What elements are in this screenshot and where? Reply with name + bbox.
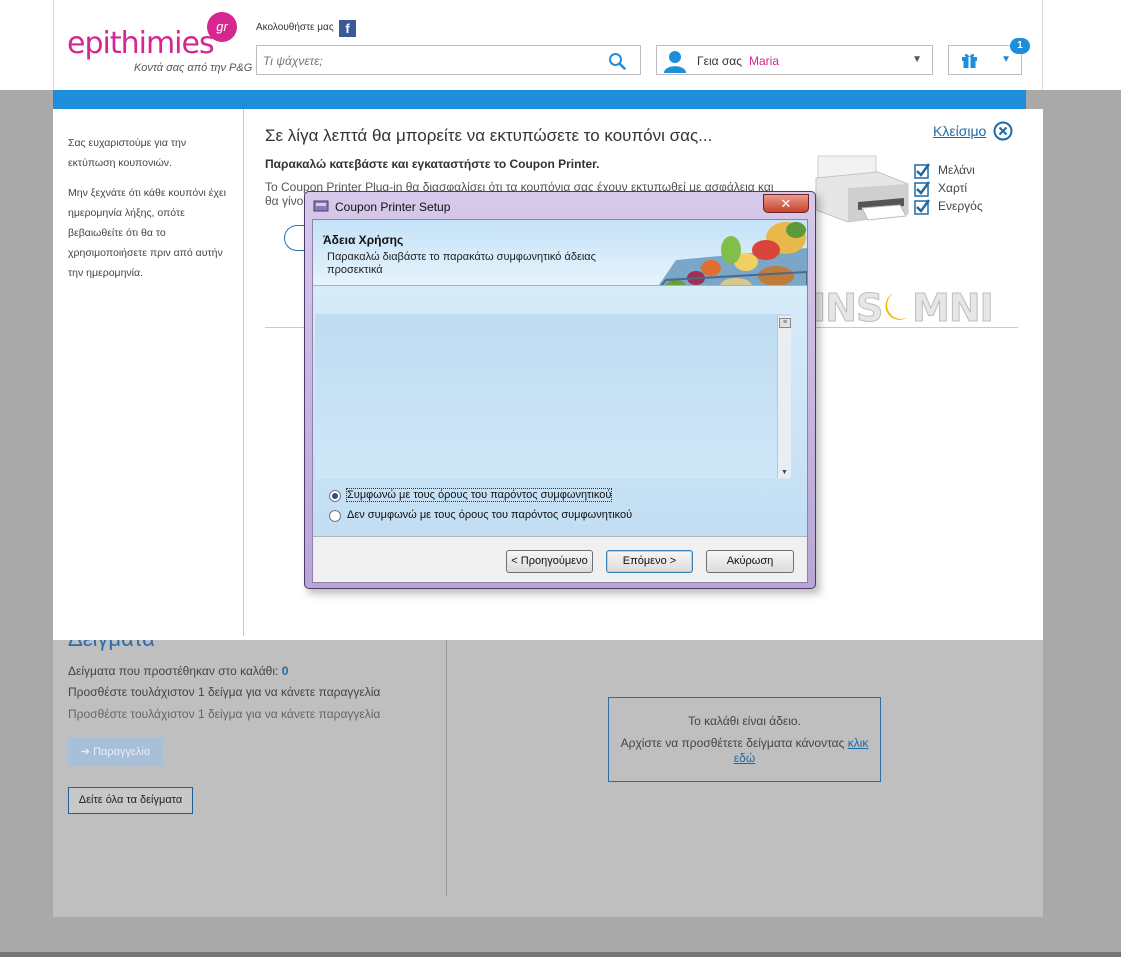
search-icon[interactable] bbox=[608, 52, 626, 70]
search-box bbox=[256, 45, 641, 75]
samples-added-count: 0 bbox=[281, 664, 289, 678]
close-icon[interactable] bbox=[993, 121, 1013, 141]
license-scrollbar[interactable]: ≡ ▼ bbox=[777, 316, 791, 478]
status-label: Ενεργός bbox=[938, 199, 983, 213]
license-subheading: Παρακαλώ διαβάστε το παρακάτω συμφωνητικ… bbox=[327, 251, 596, 276]
dialog-content: ≡ ▼ Συμφωνώ με τους όρους του παρόντος σ… bbox=[313, 286, 807, 536]
radio-accept[interactable] bbox=[329, 490, 341, 502]
logo-tagline: Κοντά σας από την P&G bbox=[134, 62, 253, 74]
dialog-title: Coupon Printer Setup bbox=[335, 200, 451, 214]
status-label: Χαρτί bbox=[938, 181, 968, 195]
panel-subtitle: Παρακαλώ κατεβάστε και εγκαταστήστε το C… bbox=[265, 157, 600, 171]
panel-sidebar-divider bbox=[243, 109, 244, 636]
radio-decline[interactable] bbox=[329, 510, 341, 522]
svg-text:MNIA: MNIA bbox=[912, 286, 992, 327]
cart-empty-text: Το καλάθι είναι άδειο. bbox=[688, 714, 801, 728]
decline-option[interactable]: Δεν συμφωνώ με τους όρους του παρόντος σ… bbox=[329, 508, 769, 524]
column-divider bbox=[446, 640, 447, 896]
sidebar-thanks-text: Σας ευχαριστούμε για την εκτύπωση κουπον… bbox=[68, 137, 187, 169]
search-input[interactable] bbox=[263, 52, 593, 70]
checkbox-checked-icon bbox=[914, 199, 930, 215]
user-menu[interactable]: Γεια σας Maria ▼ bbox=[656, 45, 933, 75]
see-all-samples-button[interactable]: Δείτε όλα τα δείγματα bbox=[68, 787, 193, 814]
nav-bar bbox=[53, 90, 1026, 109]
checkbox-checked-icon bbox=[914, 181, 930, 197]
checkbox-checked-icon bbox=[914, 163, 930, 179]
samples-added-text: Δείγματα που προστέθηκαν στο καλάθι: 0 bbox=[68, 664, 288, 678]
chevron-down-icon: ▼ bbox=[1001, 54, 1011, 65]
chevron-down-icon: ▼ bbox=[912, 54, 922, 65]
dialog-titlebar[interactable]: Coupon Printer Setup ✕ bbox=[305, 192, 815, 218]
dialog-body: Άδεια Χρήσης Παρακαλώ διαβάστε το παρακά… bbox=[312, 219, 808, 583]
greeting-label: Γεια σας bbox=[697, 54, 743, 68]
radio-decline-label: Δεν συμφωνώ με τους όρους του παρόντος σ… bbox=[347, 509, 633, 521]
samples-hint: Προσθέστε τουλάχιστον 1 δείγμα για να κά… bbox=[68, 685, 381, 699]
scroll-down-arrow-icon[interactable]: ▼ bbox=[781, 469, 788, 476]
gift-icon bbox=[962, 53, 977, 68]
scroll-thumb[interactable]: ≡ bbox=[779, 318, 791, 328]
cancel-button[interactable]: Ακύρωση bbox=[706, 550, 794, 573]
panel-title: Σε λίγα λεπτά θα μπορείτε να εκτυπώσετε … bbox=[265, 126, 713, 145]
dialog-close-button[interactable]: ✕ bbox=[763, 194, 809, 213]
user-avatar-icon bbox=[664, 51, 686, 73]
order-button[interactable]: ➔ Παραγγελία bbox=[68, 738, 163, 766]
installer-icon bbox=[313, 200, 329, 212]
insomnia-logo: INS MNIA bbox=[812, 286, 992, 328]
coupon-printer-setup-dialog: Coupon Printer Setup ✕ Άδεια Χρήσης Παρα… bbox=[304, 191, 816, 589]
status-item-paper: Χαρτί bbox=[914, 178, 1004, 197]
status-label: Μελάνι bbox=[938, 163, 975, 177]
logo-text: epithimies bbox=[67, 26, 215, 61]
samples-added-label: Δείγματα που προστέθηκαν στο καλάθι: bbox=[68, 664, 279, 678]
status-item-ink: Μελάνι bbox=[914, 160, 1004, 179]
cart-start-text: Αρχίστε να προσθέτετε δείγματα κάνοντας … bbox=[609, 736, 880, 766]
license-heading: Άδεια Χρήσης bbox=[323, 233, 404, 247]
next-button[interactable]: Επόμενο > bbox=[606, 550, 693, 573]
samples-hint-secondary: Προσθέστε τουλάχιστον 1 δείγμα για να κά… bbox=[68, 707, 381, 721]
status-item-active: Ενεργός bbox=[914, 196, 1004, 215]
logo-badge: gr bbox=[207, 12, 237, 42]
close-link[interactable]: Κλείσιμο bbox=[933, 123, 986, 139]
user-name: Maria bbox=[749, 54, 780, 68]
printer-icon bbox=[815, 155, 909, 223]
follow-us-label: Ακολουθήστε μας bbox=[256, 22, 334, 33]
footer-strip bbox=[0, 952, 1121, 957]
back-button[interactable]: < Προηγούμενο bbox=[506, 550, 593, 573]
license-text-area[interactable] bbox=[315, 314, 791, 479]
gift-count-badge: 1 bbox=[1010, 38, 1030, 54]
accept-option[interactable]: Συμφωνώ με τους όρους του παρόντος συμφω… bbox=[329, 488, 769, 504]
sidebar-reminder-text: Μην ξεχνάτε ότι κάθε κουπόνι έχει ημερομ… bbox=[68, 187, 226, 279]
svg-text:INS: INS bbox=[812, 286, 882, 327]
cart-box: Το καλάθι είναι άδειο. Αρχίστε να προσθέ… bbox=[608, 697, 881, 782]
cart-start-label: Αρχίστε να προσθέτετε δείγματα κάνοντας bbox=[620, 736, 845, 750]
radio-accept-label: Συμφωνώ με τους όρους του παρόντος συμφω… bbox=[345, 488, 613, 502]
footer-separator bbox=[313, 536, 807, 537]
printer-status-list: Μελάνι Χαρτί Ενεργός bbox=[914, 160, 1004, 215]
facebook-icon[interactable]: f bbox=[339, 20, 356, 37]
